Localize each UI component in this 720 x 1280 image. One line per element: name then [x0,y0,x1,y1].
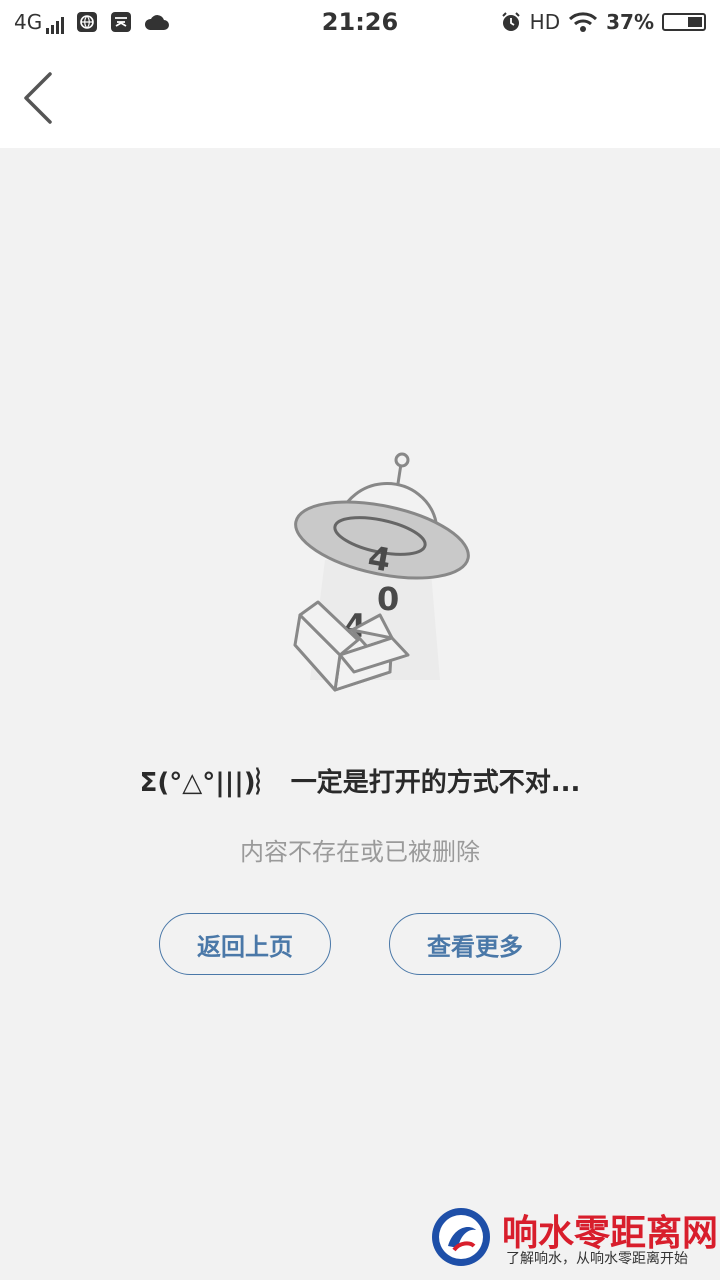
error-subtitle: 内容不存在或已被删除 [240,838,480,866]
wifi-icon [569,12,598,32]
go-back-button[interactable]: 返回上页 [159,913,331,975]
battery-icon [662,13,706,31]
status-right: HD 37% [500,10,706,34]
chevron-left-icon [24,72,52,124]
digit-zero: 0 [377,580,399,618]
battery-percent: 37% [606,10,654,34]
header [0,48,720,148]
watermark: 响水零距离网 了解响水，从响水零距离开始 [430,1204,718,1274]
hd-indicator: HD [529,10,561,34]
site-logo-icon [432,1208,490,1266]
error-illustration: 4 0 4 [280,450,480,700]
back-button[interactable] [16,70,64,126]
alarm-icon [501,12,520,31]
view-more-button[interactable]: 查看更多 [389,913,561,975]
error-title: Σ(°△°|||)︴ 一定是打开的方式不对... [139,768,581,798]
watermark-subtitle: 了解响水，从响水零距离开始 [506,1251,688,1267]
status-bar: 4G 21:26 HD 37% [0,0,720,48]
